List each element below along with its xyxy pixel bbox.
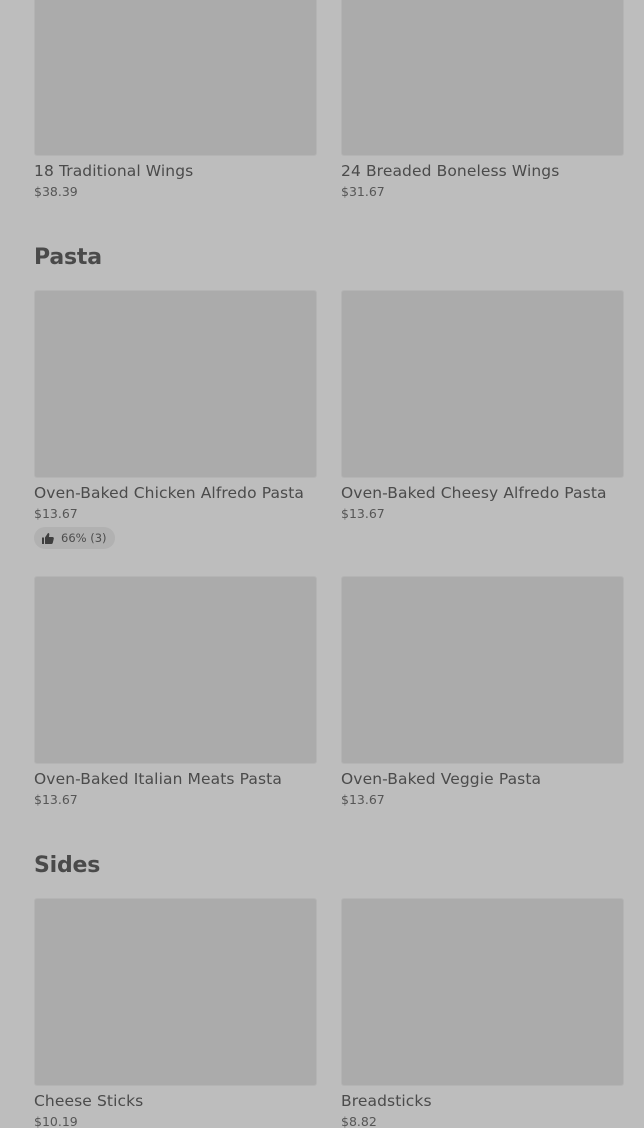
item-price: $38.39 (34, 184, 78, 199)
item-image[interactable] (34, 290, 317, 478)
item-image[interactable] (341, 576, 624, 764)
item-name: 18 Traditional Wings (34, 162, 194, 180)
menu-item-card[interactable]: Cheese Sticks $10.19 (34, 898, 318, 1128)
rating-badge: 66% (3) (34, 527, 115, 549)
item-name: Cheese Sticks (34, 1092, 144, 1110)
item-name: Oven-Baked Chicken Alfredo Pasta (34, 484, 304, 502)
menu-page: 18 Traditional Wings $38.39 24 Breaded B… (0, 0, 644, 1128)
item-image[interactable] (341, 898, 624, 1086)
item-price: $8.82 (341, 1114, 377, 1128)
item-image[interactable] (341, 290, 624, 478)
item-image[interactable] (341, 0, 624, 156)
section-title-pasta: Pasta (34, 245, 102, 270)
item-image[interactable] (34, 576, 317, 764)
item-name: Breadsticks (341, 1092, 432, 1110)
item-price: $31.67 (341, 184, 385, 199)
menu-item-card[interactable]: 18 Traditional Wings $38.39 (34, 0, 318, 200)
item-name: Oven-Baked Cheesy Alfredo Pasta (341, 484, 607, 502)
menu-item-card[interactable]: Oven-Baked Veggie Pasta $13.67 (341, 576, 625, 808)
item-price: $13.67 (34, 506, 78, 521)
rating-text: 66% (3) (61, 531, 107, 545)
menu-item-card[interactable]: 24 Breaded Boneless Wings $31.67 (341, 0, 625, 200)
section-title-sides: Sides (34, 853, 101, 878)
item-price: $13.67 (341, 792, 385, 807)
menu-item-card[interactable]: Breadsticks $8.82 (341, 898, 625, 1128)
item-image[interactable] (34, 898, 317, 1086)
item-price: $10.19 (34, 1114, 78, 1128)
menu-item-card[interactable]: Oven-Baked Cheesy Alfredo Pasta $13.67 (341, 290, 625, 522)
item-price: $13.67 (341, 506, 385, 521)
item-name: Oven-Baked Veggie Pasta (341, 770, 542, 788)
item-price: $13.67 (34, 792, 78, 807)
item-name: 24 Breaded Boneless Wings (341, 162, 560, 180)
thumbs-up-icon (42, 532, 54, 544)
menu-item-card[interactable]: Oven-Baked Italian Meats Pasta $13.67 (34, 576, 318, 808)
menu-item-card[interactable]: Oven-Baked Chicken Alfredo Pasta $13.67 … (34, 290, 318, 549)
item-image[interactable] (34, 0, 317, 156)
item-name: Oven-Baked Italian Meats Pasta (34, 770, 282, 788)
